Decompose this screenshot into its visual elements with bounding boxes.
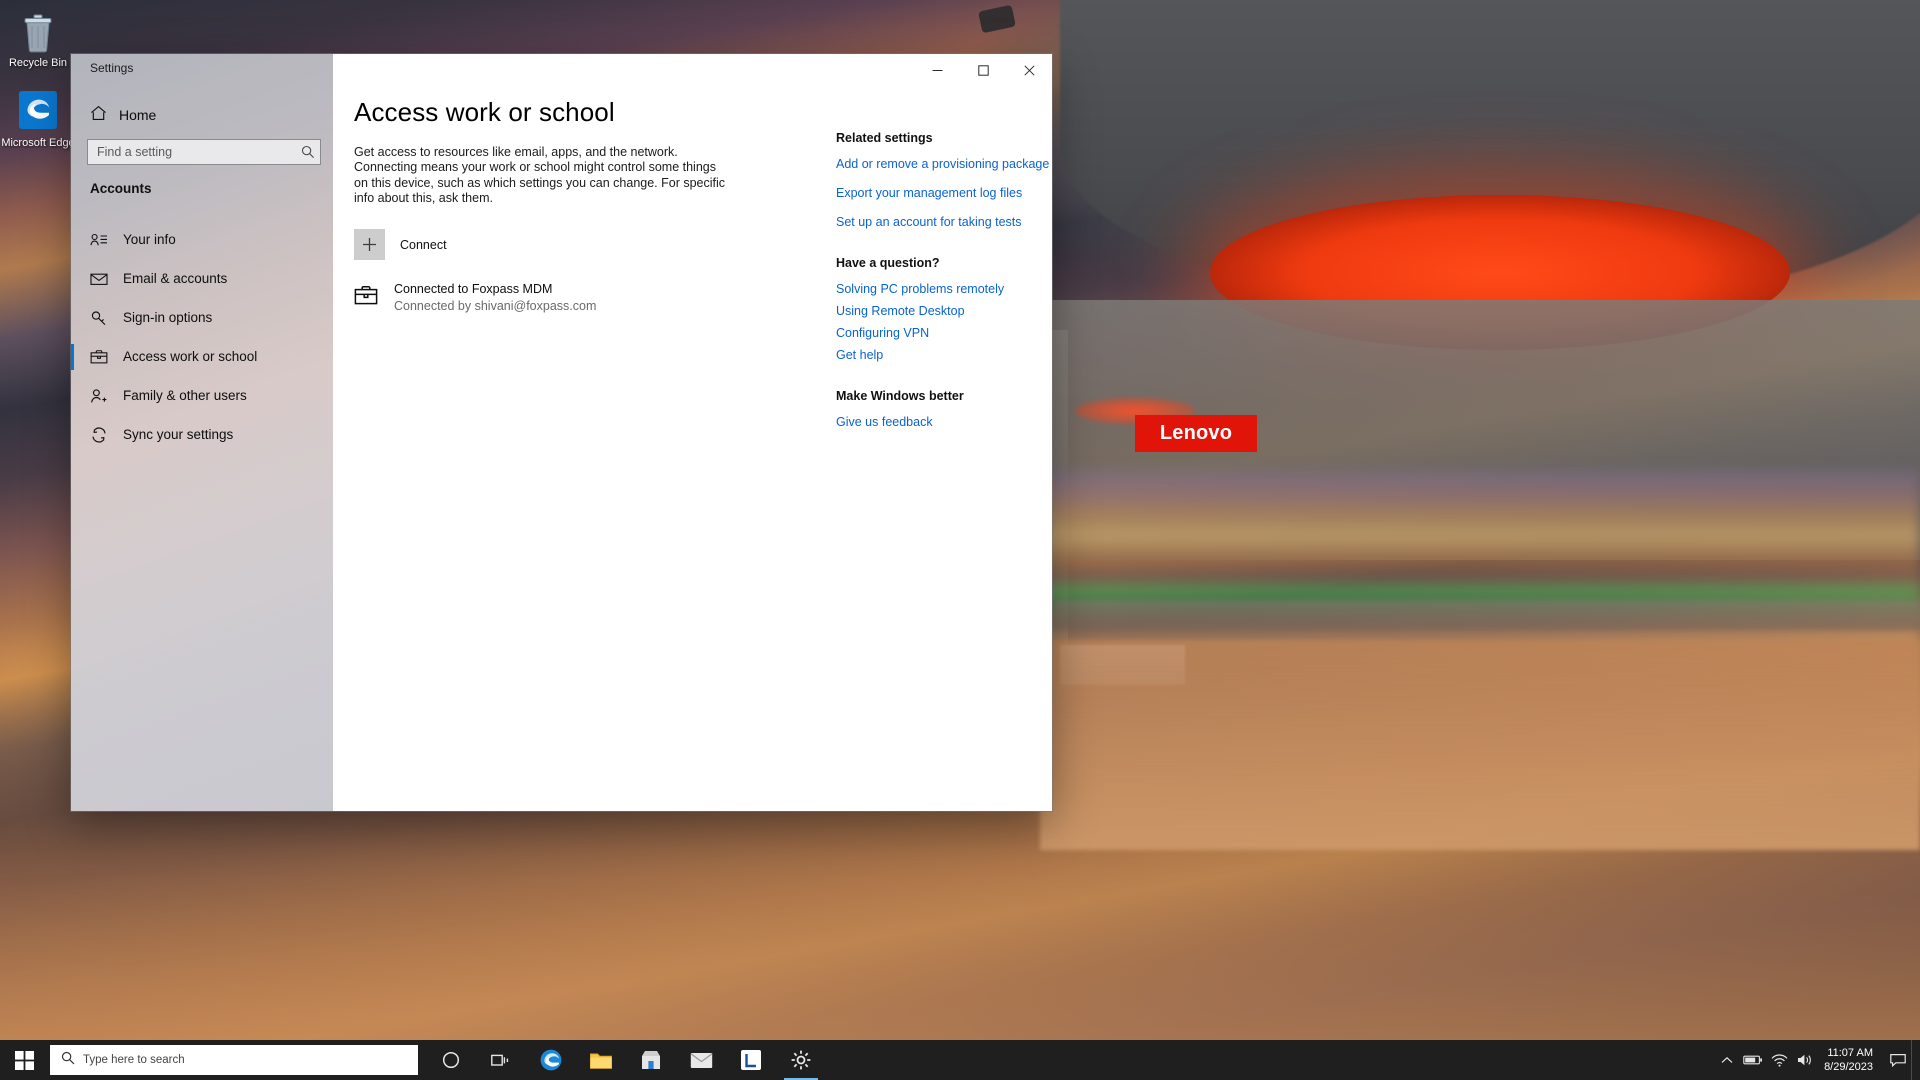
home-icon <box>90 105 107 126</box>
system-tray: 11:07 AM 8/29/2023 <box>1714 1040 1920 1080</box>
wallpaper-lenovo-sign: Lenovo <box>1135 415 1257 452</box>
related-settings-block: Related settings Add or remove a provisi… <box>836 131 1052 229</box>
briefcase-icon <box>90 349 108 365</box>
taskbar-search-placeholder: Type here to search <box>83 1054 185 1066</box>
sidebar-item-sync-your-settings[interactable]: Sync your settings <box>71 415 333 454</box>
sidebar-item-family-other-users[interactable]: Family & other users <box>71 376 333 415</box>
link-set-up-account-for-taking-tests[interactable]: Set up an account for taking tests <box>836 215 1052 229</box>
battery-icon[interactable] <box>1740 1040 1766 1080</box>
taskbar-clock[interactable]: 11:07 AM 8/29/2023 <box>1818 1046 1885 1074</box>
envelope-icon <box>90 272 108 286</box>
settings-navigation-pane: Settings Home Accounts <box>71 54 333 811</box>
link-export-management-log-files[interactable]: Export your management log files <box>836 186 1052 200</box>
desktop-icon-microsoft-edge[interactable]: Microsoft Edge <box>0 88 76 150</box>
page-description: Get access to resources like email, apps… <box>354 145 726 206</box>
start-button[interactable] <box>0 1040 48 1080</box>
connect-button[interactable]: Connect <box>354 229 447 260</box>
wifi-icon[interactable] <box>1766 1040 1792 1080</box>
wallpaper-camera <box>978 4 1016 34</box>
sidebar-item-access-work-or-school[interactable]: Access work or school <box>71 337 333 376</box>
task-view-button[interactable] <box>476 1040 526 1080</box>
make-windows-better-block: Make Windows better Give us feedback <box>836 389 1052 429</box>
clock-date: 8/29/2023 <box>1824 1061 1873 1073</box>
related-links-column: Related settings Add or remove a provisi… <box>836 131 1052 456</box>
link-solving-pc-problems-remotely[interactable]: Solving PC problems remotely <box>836 282 1052 296</box>
link-give-us-feedback[interactable]: Give us feedback <box>836 415 1052 429</box>
speaker-icon[interactable] <box>1792 1040 1818 1080</box>
window-titlebar <box>914 54 1052 86</box>
link-configuring-vpn[interactable]: Configuring VPN <box>836 326 1052 340</box>
sidebar-item-sign-in-options[interactable]: Sign-in options <box>71 298 333 337</box>
sidebar-item-label: Email & accounts <box>123 271 228 286</box>
sidebar-item-your-info[interactable]: Your info <box>71 220 333 259</box>
contact-card-icon <box>90 232 108 247</box>
link-get-help[interactable]: Get help <box>836 348 1052 362</box>
make-windows-better-heading: Make Windows better <box>836 389 964 403</box>
sidebar-category-label: Accounts <box>90 181 152 196</box>
sidebar-item-label: Family & other users <box>123 388 247 403</box>
wallpaper-platform-edge <box>1052 600 1920 630</box>
link-using-remote-desktop[interactable]: Using Remote Desktop <box>836 304 1052 318</box>
search-icon[interactable] <box>296 145 320 159</box>
maximize-button[interactable] <box>960 54 1006 86</box>
taskbar-search-box[interactable]: Type here to search <box>50 1045 418 1075</box>
sidebar-item-home-label: Home <box>119 107 157 123</box>
sidebar-item-email-accounts[interactable]: Email & accounts <box>71 259 333 298</box>
sidebar-nav-list: Your info Email & accounts Sign-in optio… <box>71 220 333 454</box>
sidebar-item-label: Access work or school <box>123 349 258 364</box>
window-title: Settings <box>90 61 134 75</box>
mdm-connection-item[interactable]: Connected to Foxpass MDM Connected by sh… <box>354 281 596 315</box>
plus-icon <box>354 229 385 260</box>
mdm-connection-title: Connected to Foxpass MDM <box>394 282 553 296</box>
sidebar-item-home[interactable]: Home <box>84 100 320 130</box>
mdm-connection-subtitle: Connected by shivani@foxpass.com <box>394 299 597 313</box>
show-desktop-button[interactable] <box>1911 1040 1920 1080</box>
microsoft-edge-icon <box>0 88 76 134</box>
wallpaper-floor <box>1040 640 1920 850</box>
search-icon <box>61 1051 75 1070</box>
desktop-icon-label: Recycle Bin <box>8 57 68 69</box>
have-a-question-heading: Have a question? <box>836 256 940 270</box>
related-settings-heading: Related settings <box>836 131 933 145</box>
desktop-icon-label: Microsoft Edge <box>1 137 75 149</box>
lenovo-sign-text: Lenovo <box>1159 422 1233 444</box>
file-explorer-button[interactable] <box>576 1040 626 1080</box>
edge-button[interactable] <box>526 1040 576 1080</box>
recycle-bin-icon <box>0 8 76 54</box>
cortana-button[interactable] <box>426 1040 476 1080</box>
connect-button-label: Connect <box>400 237 447 252</box>
briefcase-icon <box>354 281 380 311</box>
key-icon <box>90 310 108 326</box>
settings-window: Settings Home Accounts <box>71 54 1052 811</box>
desktop-icon-recycle-bin[interactable]: Recycle Bin <box>0 8 76 70</box>
settings-content-pane: Access work or school Get access to reso… <box>333 54 1052 811</box>
have-a-question-block: Have a question? Solving PC problems rem… <box>836 256 1052 362</box>
close-button[interactable] <box>1006 54 1052 86</box>
sidebar-item-label: Sync your settings <box>123 427 234 442</box>
minimize-button[interactable] <box>914 54 960 86</box>
search-setting-box[interactable] <box>87 139 321 165</box>
page-title: Access work or school <box>354 97 615 127</box>
sync-icon <box>90 427 108 443</box>
chevron-up-icon[interactable] <box>1714 1040 1740 1080</box>
clock-time: 11:07 AM <box>1827 1047 1873 1059</box>
lenovo-vantage-button[interactable] <box>726 1040 776 1080</box>
microsoft-store-button[interactable] <box>626 1040 676 1080</box>
taskbar: Type here to search 11:07 AM 8/29/2023 <box>0 1040 1920 1080</box>
link-add-or-remove-provisioning-package[interactable]: Add or remove a provisioning package <box>836 157 1052 171</box>
sidebar-item-label: Sign-in options <box>123 310 213 325</box>
mail-button[interactable] <box>676 1040 726 1080</box>
sidebar-item-label: Your info <box>123 232 176 247</box>
action-center-button[interactable] <box>1885 1040 1911 1080</box>
settings-button[interactable] <box>776 1040 826 1080</box>
person-add-icon <box>90 388 108 404</box>
search-input[interactable] <box>88 145 296 159</box>
